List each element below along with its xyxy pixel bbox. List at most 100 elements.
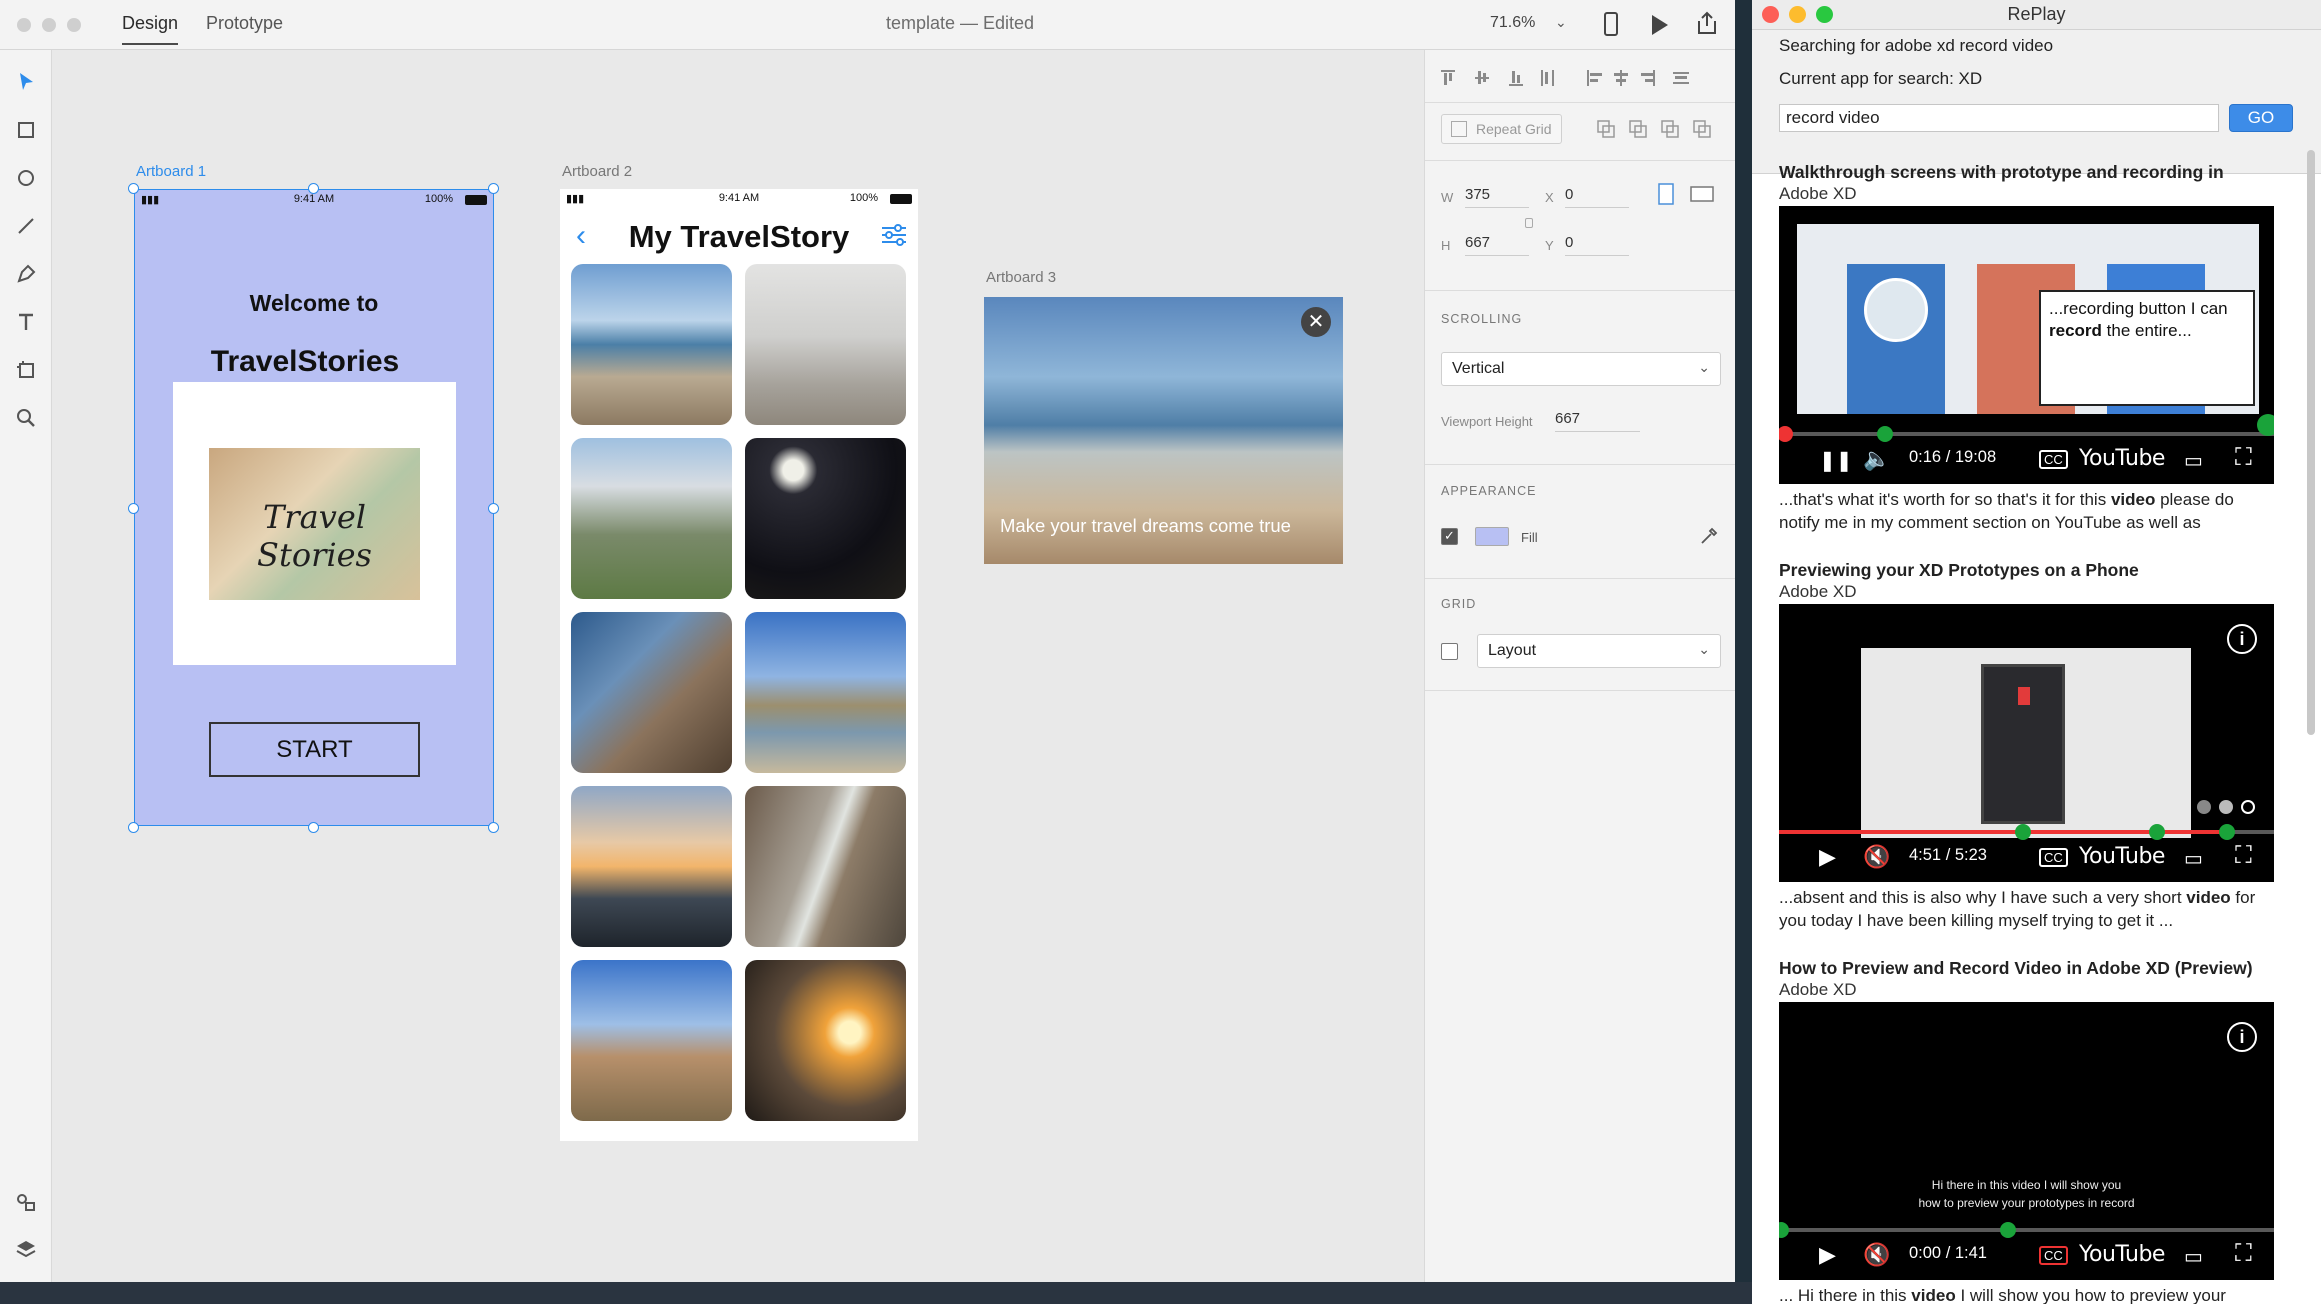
results-list[interactable]: Walkthrough screens with prototype and r… (1752, 162, 2321, 1304)
artboard-1-label[interactable]: Artboard 1 (136, 163, 206, 180)
canvas[interactable]: Artboard 1 ▮▮▮ 9:41 AM 100% Welcome to T… (52, 50, 1424, 1282)
width-field[interactable]: 375 (1465, 186, 1529, 208)
artboard-3[interactable]: ✕ Make your travel dreams come true (984, 297, 1343, 564)
boolean-ops-icon[interactable] (1597, 120, 1717, 140)
airplay-icon[interactable]: ▭ (2184, 1244, 2203, 1269)
photo-sunset[interactable] (571, 786, 732, 947)
minimize-dot[interactable] (42, 18, 56, 32)
progress-track[interactable] (1779, 1228, 2274, 1232)
dot-indicator (2241, 800, 2255, 814)
grid-checkbox[interactable] (1441, 643, 1458, 660)
assets-icon[interactable] (14, 1190, 38, 1214)
resize-handle[interactable] (308, 183, 319, 194)
artboard-2-label[interactable]: Artboard 2 (562, 163, 632, 180)
captions-icon[interactable]: CC (2039, 1246, 2068, 1265)
play-icon[interactable]: ▶ (1819, 844, 1836, 870)
youtube-logo[interactable]: YouTube (2079, 844, 2165, 869)
filter-sliders-icon[interactable] (880, 223, 908, 247)
photo-fog[interactable] (745, 264, 906, 425)
youtube-logo[interactable]: YouTube (2079, 446, 2165, 471)
chevron-down-icon[interactable]: ⌄ (1555, 14, 1567, 31)
artboard-1[interactable]: ▮▮▮ 9:41 AM 100% Welcome to TravelStorie… (134, 189, 494, 826)
fullscreen-icon[interactable]: ⛶ (2235, 444, 2252, 472)
go-button[interactable]: GO (2229, 104, 2293, 132)
photo-waterfall[interactable] (745, 786, 906, 947)
scrolling-select[interactable]: Vertical ⌄ (1441, 352, 1721, 386)
line-tool-icon[interactable] (14, 214, 38, 238)
text-tool-icon[interactable] (14, 310, 38, 334)
height-field[interactable]: 667 (1465, 234, 1529, 256)
airplay-icon[interactable]: ▭ (2184, 448, 2203, 473)
mute-icon[interactable]: 🔇 (1863, 844, 1890, 870)
play-icon[interactable] (1650, 14, 1670, 36)
fill-color-swatch[interactable] (1475, 527, 1509, 546)
device-preview-icon[interactable] (1604, 12, 1618, 36)
resize-handle[interactable] (128, 503, 139, 514)
video-player[interactable]: ...recording button I can record the ent… (1779, 206, 2274, 484)
marker-dot[interactable] (2257, 414, 2274, 436)
resize-handle[interactable] (128, 822, 139, 833)
photo-coast[interactable] (745, 612, 906, 773)
ellipse-tool-icon[interactable] (14, 166, 38, 190)
photo-night[interactable] (745, 438, 906, 599)
fullscreen-icon[interactable]: ⛶ (2235, 842, 2252, 870)
close-dot[interactable] (17, 18, 31, 32)
result-title[interactable]: How to Preview and Record Video in Adobe… (1779, 958, 2253, 979)
artboard-2[interactable]: ▮▮▮ 9:41 AM 100% ‹ My TravelStory (560, 189, 918, 1141)
viewport-height-field[interactable]: 667 (1555, 410, 1640, 432)
photo-beach[interactable] (571, 264, 732, 425)
search-input[interactable] (1779, 104, 2219, 132)
resize-handle[interactable] (128, 183, 139, 194)
layers-icon[interactable] (14, 1238, 38, 1262)
artboard-tool-icon[interactable] (14, 358, 38, 382)
rectangle-tool-icon[interactable] (14, 118, 38, 142)
landscape-icon[interactable] (1689, 182, 1717, 206)
dot-indicator (2219, 800, 2233, 814)
resize-handle[interactable] (488, 183, 499, 194)
photo-house[interactable] (571, 438, 732, 599)
airplay-icon[interactable]: ▭ (2184, 846, 2203, 871)
video-player[interactable]: i Hi there in this video I will show you… (1779, 1002, 2274, 1280)
x-field[interactable]: 0 (1565, 186, 1629, 208)
fullscreen-icon[interactable]: ⛶ (2235, 1240, 2252, 1268)
share-icon[interactable] (1696, 11, 1718, 35)
photo-sun[interactable] (745, 960, 906, 1121)
select-tool-icon[interactable] (14, 70, 38, 94)
captions-icon[interactable]: CC (2039, 848, 2068, 867)
progress-track[interactable] (1779, 432, 2274, 436)
eyedropper-icon[interactable] (1699, 526, 1719, 546)
y-field[interactable]: 0 (1565, 234, 1629, 256)
info-icon[interactable]: i (2227, 624, 2257, 654)
fill-checkbox[interactable]: ✓ (1441, 528, 1458, 545)
maximize-dot[interactable] (67, 18, 81, 32)
mute-icon[interactable]: 🔇 (1863, 1242, 1890, 1268)
resize-handle[interactable] (308, 822, 319, 833)
pen-tool-icon[interactable] (14, 262, 38, 286)
portrait-icon[interactable] (1655, 182, 1677, 206)
youtube-logo[interactable]: YouTube (2079, 1242, 2165, 1267)
close-circle-icon[interactable]: ✕ (1301, 307, 1331, 337)
photo-sea-lion[interactable] (571, 612, 732, 773)
grid-type-select[interactable]: Layout ⌄ (1477, 634, 1721, 668)
resize-handle[interactable] (488, 822, 499, 833)
volume-icon[interactable]: 🔈 (1863, 446, 1890, 472)
pause-icon[interactable]: ❚❚ (1819, 448, 1853, 473)
play-icon[interactable]: ▶ (1819, 1242, 1836, 1268)
tab-prototype[interactable]: Prototype (206, 13, 283, 34)
start-button[interactable]: START (209, 722, 420, 777)
info-icon[interactable]: i (2227, 1022, 2257, 1052)
photo-hills[interactable] (571, 960, 732, 1121)
result-title[interactable]: Walkthrough screens with prototype and r… (1779, 162, 2224, 183)
video-player[interactable]: i ▶ 🔇 4:51 / 5:23 CC YouTube ▭ ⛶ (1779, 604, 2274, 882)
captions-icon[interactable]: CC (2039, 450, 2068, 469)
artboard-3-label[interactable]: Artboard 3 (986, 269, 1056, 286)
lock-icon[interactable] (1525, 218, 1533, 228)
result-title[interactable]: Previewing your XD Prototypes on a Phone (1779, 560, 2139, 581)
resize-handle[interactable] (488, 503, 499, 514)
repeat-grid-button[interactable]: Repeat Grid (1441, 114, 1563, 144)
scrollbar[interactable] (2307, 150, 2315, 735)
zoom-tool-icon[interactable] (14, 406, 38, 430)
align-toolbar-icon[interactable] (1441, 68, 1721, 88)
zoom-level[interactable]: 71.6% (1490, 14, 1535, 32)
tab-design[interactable]: Design (122, 13, 179, 45)
